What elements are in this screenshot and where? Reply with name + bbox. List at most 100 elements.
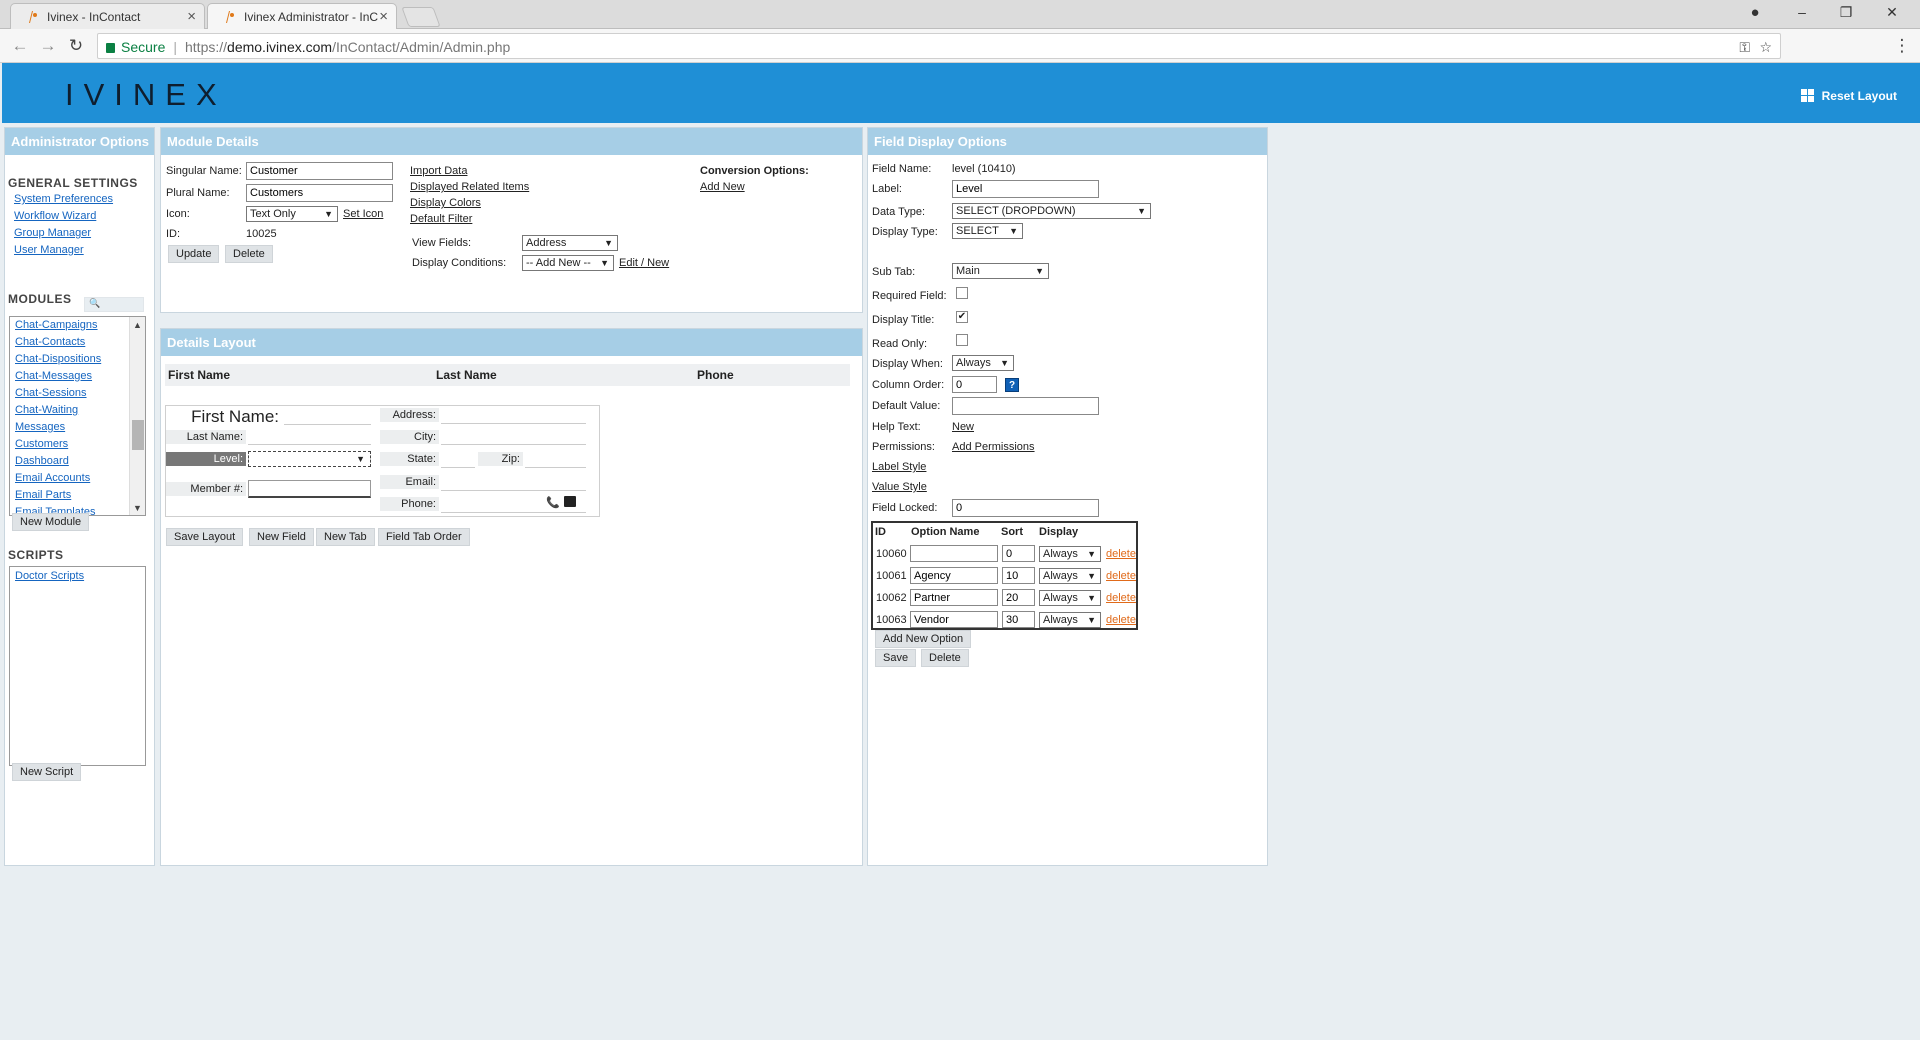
reload-icon[interactable]: ↻ (66, 36, 86, 56)
module-item[interactable]: Email Parts (15, 489, 71, 501)
module-item[interactable]: Chat-Sessions (15, 387, 87, 399)
default-value-input[interactable] (952, 397, 1099, 415)
member-field-preview[interactable] (248, 480, 371, 498)
module-item[interactable]: Dashboard (15, 455, 69, 467)
tab-close-icon[interactable]: × (379, 8, 388, 25)
new-module-button[interactable]: New Module (12, 513, 90, 531)
module-item[interactable]: Chat-Messages (15, 370, 92, 382)
address-label[interactable]: Address: (380, 408, 439, 422)
field-locked-input[interactable] (952, 499, 1099, 517)
menu-icon[interactable]: ⋮ (1892, 36, 1912, 56)
module-item[interactable]: Chat-Contacts (15, 336, 85, 348)
option-delete-link[interactable]: delete (1106, 614, 1136, 626)
forward-icon[interactable]: → (38, 36, 58, 56)
profile-icon[interactable]: ● (1745, 4, 1765, 21)
last-name-label[interactable]: Last Name: (166, 430, 246, 444)
update-button[interactable]: Update (168, 245, 220, 263)
add-new-option-button[interactable]: Add New Option (875, 630, 972, 648)
level-field-preview[interactable]: ▼ (248, 451, 371, 467)
sub-tab-select[interactable]: Main ▼ (952, 263, 1049, 279)
phone-icon[interactable]: 📞 (546, 496, 560, 509)
option-sort-input[interactable] (1002, 611, 1035, 628)
window-close-icon[interactable]: ✕ (1882, 4, 1902, 21)
column-phone[interactable]: Phone (697, 368, 734, 382)
module-item[interactable]: Chat-Waiting (15, 404, 78, 416)
option-display-select[interactable]: Always ▼ (1039, 612, 1101, 628)
display-type-select[interactable]: SELECT ▼ (952, 223, 1023, 239)
option-delete-link[interactable]: delete (1106, 548, 1136, 560)
conversion-add-new-link[interactable]: Add New (700, 181, 745, 193)
option-sort-input[interactable] (1002, 589, 1035, 606)
displayed-related-items-link[interactable]: Displayed Related Items (410, 181, 529, 193)
module-item[interactable]: Chat-Dispositions (15, 353, 101, 365)
module-item[interactable]: Email Accounts (15, 472, 90, 484)
display-conditions-select[interactable]: -- Add New -- ▼ (522, 255, 614, 271)
option-name-input[interactable] (910, 545, 998, 562)
scroll-down-icon[interactable]: ▼ (133, 503, 142, 513)
modules-scrollbar[interactable]: ▲ ▼ (129, 317, 145, 515)
script-item[interactable]: Doctor Scripts (15, 570, 84, 582)
module-item[interactable]: Chat-Campaigns (15, 319, 98, 331)
column-first-name[interactable]: First Name (168, 368, 230, 382)
value-style-link[interactable]: Value Style (872, 481, 927, 493)
option-sort-input[interactable] (1002, 545, 1035, 562)
email-label[interactable]: Email: (380, 475, 439, 489)
new-field-button[interactable]: New Field (249, 528, 314, 546)
module-item[interactable]: Customers (15, 438, 68, 450)
view-fields-select[interactable]: Address ▼ (522, 235, 618, 251)
plural-name-input[interactable] (246, 184, 393, 202)
help-question-icon[interactable]: ? (1005, 378, 1019, 392)
option-delete-link[interactable]: delete (1106, 592, 1136, 604)
new-tab-button[interactable]: New Tab (316, 528, 375, 546)
edit-new-link[interactable]: Edit / New (619, 257, 669, 269)
city-label[interactable]: City: (380, 430, 439, 444)
option-sort-input[interactable] (1002, 567, 1035, 584)
system-preferences-link[interactable]: System Preferences (14, 193, 113, 205)
workflow-wizard-link[interactable]: Workflow Wizard (14, 210, 96, 222)
option-display-select[interactable]: Always ▼ (1039, 590, 1101, 606)
new-tab-button[interactable] (401, 7, 441, 27)
read-only-checkbox[interactable] (956, 334, 968, 346)
set-icon-link[interactable]: Set Icon (343, 208, 383, 220)
first-name-label[interactable]: First Name: (166, 408, 282, 425)
browser-tab-incontact[interactable]: Ivinex - InContact × (10, 3, 205, 29)
bookmark-star-icon[interactable]: ☆ (1759, 39, 1772, 56)
minimize-icon[interactable]: – (1792, 4, 1812, 20)
import-data-link[interactable]: Import Data (410, 165, 467, 177)
chat-icon[interactable] (564, 496, 576, 507)
option-display-select[interactable]: Always ▼ (1039, 568, 1101, 584)
tab-close-icon[interactable]: × (187, 8, 196, 25)
key-icon[interactable]: ⚿ (1739, 39, 1750, 56)
icon-select[interactable]: Text Only ▼ (246, 206, 338, 222)
zip-label[interactable]: Zip: (478, 452, 523, 466)
option-name-input[interactable] (910, 567, 998, 584)
save-button[interactable]: Save (875, 649, 917, 667)
reset-layout-button[interactable]: Reset Layout (1800, 87, 1897, 103)
user-manager-link[interactable]: User Manager (14, 244, 84, 256)
group-manager-link[interactable]: Group Manager (14, 227, 91, 239)
level-label[interactable]: Level: (166, 452, 246, 466)
option-name-input[interactable] (910, 611, 998, 628)
data-type-select[interactable]: SELECT (DROPDOWN) ▼ (952, 203, 1151, 219)
column-order-input[interactable] (952, 376, 997, 393)
required-field-checkbox[interactable] (956, 287, 968, 299)
display-when-select[interactable]: Always ▼ (952, 355, 1014, 371)
option-display-select[interactable]: Always ▼ (1039, 546, 1101, 562)
back-icon[interactable]: ← (10, 36, 30, 56)
singular-name-input[interactable] (246, 162, 393, 180)
save-layout-button[interactable]: Save Layout (166, 528, 244, 546)
module-search-input[interactable]: 🔍 (84, 297, 144, 312)
label-input[interactable] (952, 180, 1099, 198)
scroll-thumb[interactable] (132, 420, 144, 450)
option-name-input[interactable] (910, 589, 998, 606)
member-label[interactable]: Member #: (166, 482, 246, 496)
help-text-new-link[interactable]: New (952, 421, 974, 433)
restore-icon[interactable]: ❐ (1836, 4, 1856, 21)
label-style-link[interactable]: Label Style (872, 461, 926, 473)
module-item[interactable]: Messages (15, 421, 65, 433)
browser-tab-admin[interactable]: Ivinex Administrator - InC × (207, 3, 397, 29)
address-bar[interactable]: Secure | https://demo.ivinex.com/InContact… (97, 33, 1781, 59)
state-label[interactable]: State: (380, 452, 439, 466)
new-script-button[interactable]: New Script (12, 763, 82, 781)
option-delete-link[interactable]: delete (1106, 570, 1136, 582)
